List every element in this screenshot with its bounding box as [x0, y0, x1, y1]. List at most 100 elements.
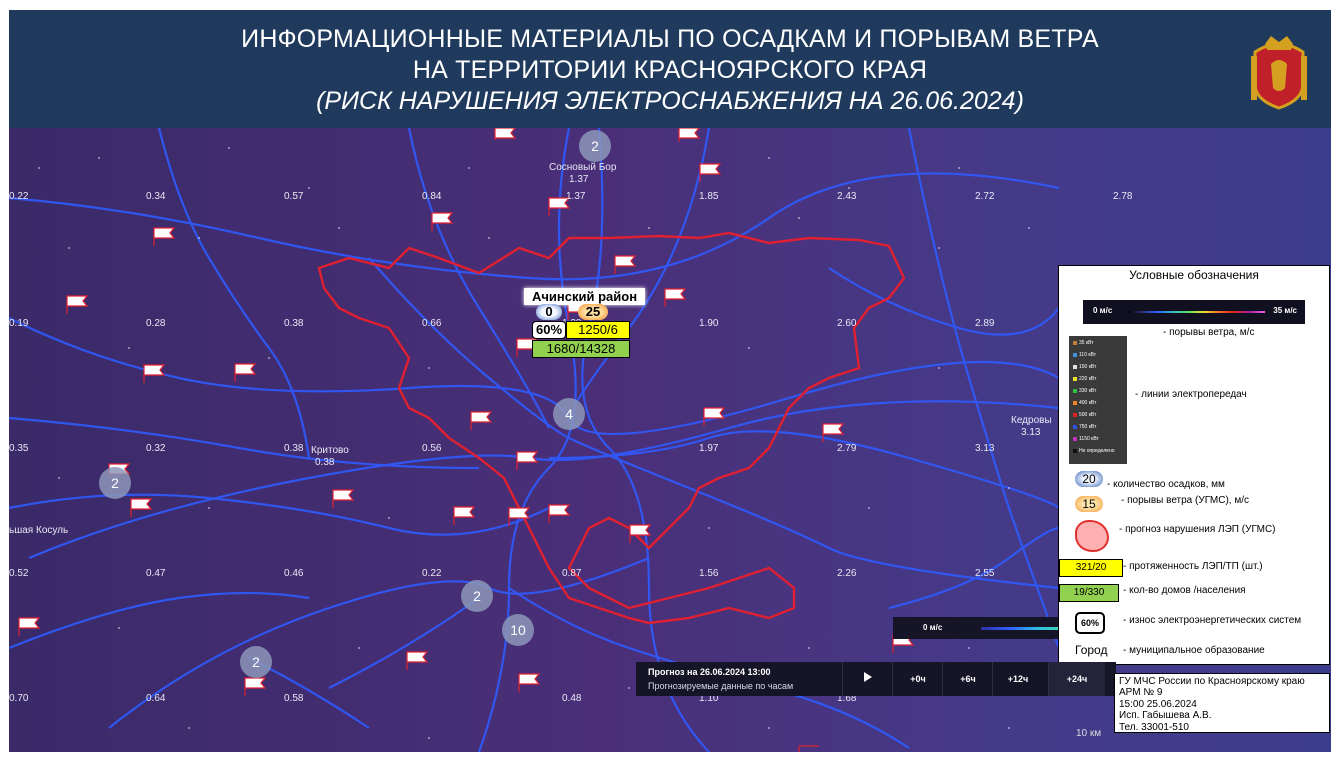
legend-precip-label: - количество осадков, мм — [1107, 479, 1225, 490]
place-label-sosnovy-bor: Сосновый Бор — [549, 162, 617, 173]
forecast-title: Прогноз на 26.06.2024 13:00 — [648, 667, 771, 677]
legend-wind-label: - порывы ветра, м/с — [1163, 327, 1255, 338]
step-button-12h[interactable]: +12ч — [992, 662, 1043, 696]
wind-value: 0.56 — [422, 443, 442, 454]
place-value: 1.37 — [569, 174, 589, 185]
wind-value: 1.85 — [699, 191, 719, 202]
wind-arrows — [38, 147, 1030, 739]
legend-line-class: 220 кВт — [1073, 376, 1096, 382]
legend-line-class: 500 кВт — [1073, 412, 1096, 418]
wind-value: 2.26 — [837, 568, 857, 579]
wind-value: 0.35 — [9, 443, 29, 454]
wind-value: 0.28 — [146, 318, 166, 329]
legend-wind-max: 35 м/с — [1273, 306, 1297, 315]
wind-value: 0.84 — [422, 191, 442, 202]
info-datetime: 15:00 25.06.2024 — [1119, 698, 1197, 710]
place-label-kedrovy: Кедровы — [1011, 415, 1052, 426]
info-arm: АРМ № 9 — [1119, 687, 1163, 699]
wind-value: 0.32 — [146, 443, 166, 454]
legend-lines-box: 35 кВт 110 кВт 150 кВт 220 кВт 330 кВт 4… — [1069, 336, 1127, 464]
place-label-kritovo: Критово — [311, 445, 349, 456]
wind-value: 1.90 — [699, 318, 719, 329]
legend-wear-sample: 60% — [1075, 612, 1105, 634]
place-label-kosul: ьшая Косуль — [9, 525, 69, 536]
wind-value: 0.57 — [284, 191, 304, 202]
wind-value: 1.97 — [699, 443, 719, 454]
legend-risk-label: - прогноз нарушения ЛЭП (УГМС) — [1119, 524, 1276, 535]
legend-line-class: 150 кВт — [1073, 364, 1096, 370]
step-button-24h[interactable]: +24ч — [1048, 662, 1105, 696]
forecast-subtitle: Прогнозируемые данные по часам — [648, 681, 794, 691]
legend-line-class: Не определено — [1073, 448, 1115, 454]
play-button[interactable] — [842, 662, 893, 696]
legend-lines-label: - линии электропередач — [1135, 389, 1247, 400]
legend-wind-scale: 0 м/с 35 м/с — [1083, 300, 1305, 324]
legend-line-class: 1150 кВт — [1073, 436, 1099, 442]
legend-risk-icon — [1075, 520, 1109, 552]
legend-lines-length-label: - протяженность ЛЭП/ТП (шт.) — [1123, 561, 1263, 572]
map-wind-scale: 0 м/с — [893, 617, 1067, 639]
step-button-6h[interactable]: +6ч — [942, 662, 993, 696]
map-scale: 10 км — [1076, 728, 1102, 739]
wind-value: 0.19 — [9, 318, 29, 329]
district-gusts: 25 — [578, 304, 608, 320]
legend-city-sample: Город — [1075, 643, 1108, 657]
forecast-panel: Прогноз на 26.06.2024 13:00 Прогнозируем… — [636, 662, 1056, 696]
power-lines — [9, 128, 1061, 752]
map-wind-scale-min: 0 м/с — [923, 623, 943, 632]
precipitation-cluster[interactable]: 2 — [240, 646, 272, 678]
district-lines: 1250/6 — [566, 321, 630, 339]
wind-value: 0.46 — [284, 568, 304, 579]
legend-wear-label: - износ электроэнергетических систем — [1123, 615, 1302, 626]
map-wind-scale-gradient — [981, 627, 1067, 630]
wind-value: 0.52 — [9, 568, 29, 579]
info-phone: Тел. 33001-510 — [1119, 721, 1189, 733]
step-button-24h-wrap: +24ч — [1048, 662, 1116, 696]
wind-value: 0.48 — [562, 693, 582, 704]
info-box: ГУ МЧС России по Красноярскому краю АРМ … — [1114, 673, 1330, 733]
wind-value: 2.43 — [837, 191, 857, 202]
wind-value: 2.79 — [837, 443, 857, 454]
precipitation-cluster[interactable]: 2 — [461, 580, 493, 612]
legend-line-class: 750 кВт — [1073, 424, 1096, 430]
wind-value: 2.72 — [975, 191, 995, 202]
play-icon — [864, 672, 872, 682]
legend-line-class: 110 кВт — [1073, 352, 1096, 358]
district-precipitation: 0 — [536, 304, 562, 320]
info-org: ГУ МЧС России по Красноярскому краю — [1119, 676, 1305, 687]
legend-city-label: - муниципальное образование — [1123, 645, 1265, 656]
precipitation-cluster[interactable]: 10 — [502, 614, 534, 646]
title-line-3: (РИСК НАРУШЕНИЯ ЭЛЕКТРОСНАБЖЕНИЯ НА 26.0… — [316, 87, 1024, 115]
legend-lines-sample: 321/20 — [1059, 559, 1123, 577]
legend: Условные обозначения 0 м/с 35 м/с - поры… — [1058, 265, 1330, 665]
precipitation-cluster[interactable]: 2 — [99, 467, 131, 499]
wind-value: 1.37 — [566, 191, 586, 202]
wind-value: 2.55 — [975, 568, 995, 579]
step-button-0h[interactable]: +0ч — [892, 662, 943, 696]
place-value: 0.38 — [315, 457, 335, 468]
wind-value: 0.38 — [284, 443, 304, 454]
legend-gust-sample: 15 — [1075, 496, 1103, 512]
precipitation-cluster[interactable]: 4 — [553, 398, 585, 430]
wind-value: 2.60 — [837, 318, 857, 329]
wind-value: 0.66 — [422, 318, 442, 329]
district-wear: 60% — [532, 321, 566, 339]
wind-value: 0.70 — [9, 693, 29, 704]
legend-houses-sample: 19/330 — [1059, 584, 1119, 602]
legend-precip-sample: 20 — [1075, 471, 1103, 487]
district-houses: 1680/14328 — [532, 340, 630, 358]
place-value: 3.13 — [1021, 427, 1041, 438]
legend-line-class: 330 кВт — [1073, 388, 1096, 394]
wind-value: 0.22 — [422, 568, 442, 579]
wind-value: 0.58 — [284, 693, 304, 704]
wind-value: 1.56 — [699, 568, 719, 579]
wind-value: 0.38 — [284, 318, 304, 329]
legend-gust-label: - порывы ветра (УГМС), м/с — [1121, 495, 1249, 506]
wind-value: 0.64 — [146, 693, 166, 704]
legend-line-class: 35 кВт — [1073, 340, 1094, 346]
precipitation-cluster[interactable]: 2 — [579, 130, 611, 162]
wind-value: 2.89 — [975, 318, 995, 329]
wind-value: 0.22 — [9, 191, 29, 202]
risk-flags — [18, 128, 915, 752]
legend-wind-gradient — [1127, 311, 1265, 313]
